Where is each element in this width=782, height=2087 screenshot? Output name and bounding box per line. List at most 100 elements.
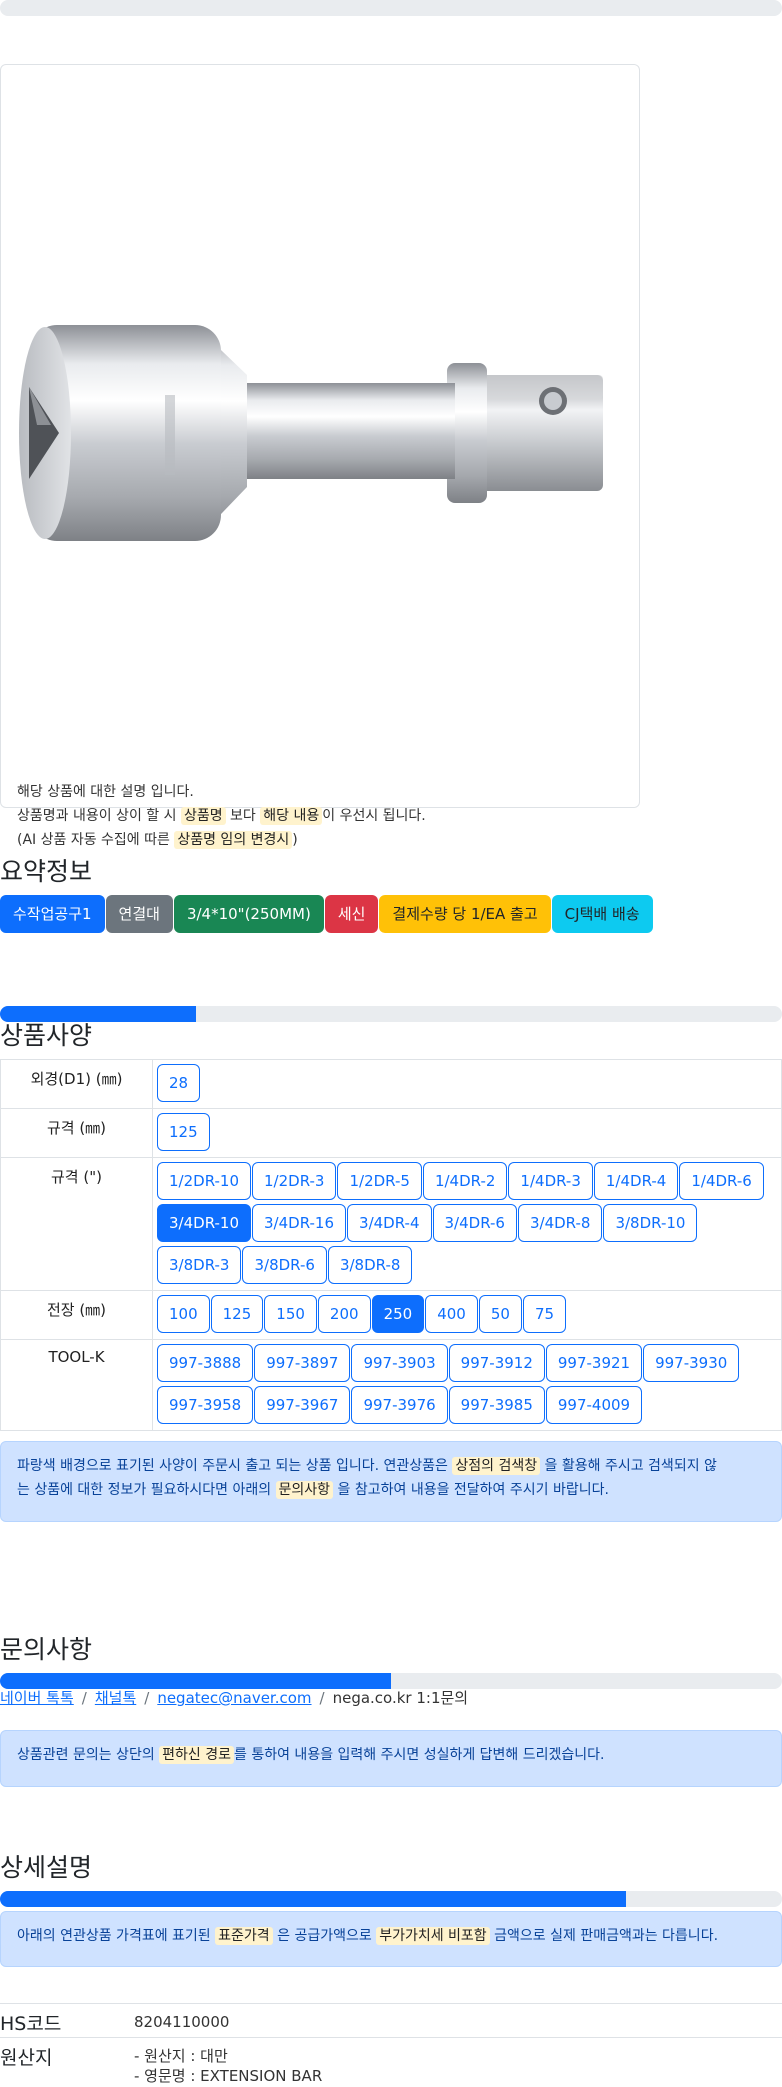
spec-notice-line-2: 는 상품에 대한 정보가 필요하시다면 아래의 문의사항 을 참고하여 내용을 … <box>17 1478 765 1502</box>
spec-table: 외경(D1) (㎜) 28 규격 (㎜) 125 규격 (") 1/2DR-10 1/2DR… <box>0 1059 782 1431</box>
spec-option-button[interactable]: 997-3897 <box>254 1344 351 1382</box>
spec-label: 외경(D1) (㎜) <box>0 1059 153 1109</box>
product-image <box>19 325 603 541</box>
spec-option-button[interactable]: 1/4DR-2 <box>422 1162 508 1200</box>
summary-badge: CJ택배 배송 <box>551 895 653 933</box>
spec-options: 100 125 150 200 250 400 50 75 <box>152 1290 782 1340</box>
spec-option-button[interactable]: 997-3976 <box>351 1386 448 1424</box>
top-progress-bar <box>0 0 782 16</box>
spec-option-button[interactable]: 3/4DR-10 <box>157 1204 252 1242</box>
notice-text: 를 통하여 내용을 입력해 주시면 성실하게 답변해 드리겠습니다. <box>234 1747 605 1763</box>
spec-row: TOOL-K 997-3888 997-3897 997-3903 997-3912 99… <box>0 1339 782 1431</box>
naver-talk-link[interactable]: 네이버 톡톡 <box>0 1689 74 1707</box>
spec-option-button[interactable]: 1/2DR-5 <box>337 1162 422 1200</box>
spec-label: 전장 (㎜) <box>0 1290 153 1340</box>
spec-option-button[interactable]: 1/2DR-3 <box>252 1162 337 1200</box>
description-text: (AI 상품 자동 수집에 따른 <box>17 832 170 848</box>
description-text: 이 우선시 됩니다. <box>322 808 426 824</box>
detail-progress-fill <box>0 1891 626 1907</box>
spec-options: 997-3888 997-3897 997-3903 997-3912 997-3921… <box>152 1339 782 1431</box>
spec-option-button[interactable]: 3/4DR-16 <box>252 1204 347 1242</box>
origin-english-name: - 영문명 : EXTENSION BAR <box>134 2067 323 2085</box>
notice-text: 은 공급가액으로 <box>277 1928 372 1944</box>
spec-option-button[interactable]: 3/8DR-10 <box>603 1204 698 1242</box>
spec-option-button[interactable]: 997-3921 <box>545 1344 643 1382</box>
spec-option-button[interactable]: 997-3903 <box>351 1344 448 1382</box>
spec-label: TOOL-K <box>0 1339 153 1431</box>
spec-options: 1/2DR-10 1/2DR-3 1/2DR-5 1/4DR-2 1/4DR-3 1/4D… <box>152 1157 782 1291</box>
inquiry-notice: 상품관련 문의는 상단의 편하신 경로 를 통하여 내용을 입력해 주시면 성실하… <box>0 1730 782 1787</box>
highlight-name-change: 상품명 임의 변경시 <box>174 831 293 849</box>
summary-badge: 결제수량 당 1/EA 출고 <box>379 895 551 933</box>
spec-option-button[interactable]: 50 <box>478 1295 522 1333</box>
detail-progress-bar <box>0 1891 782 1907</box>
spec-row: 전장 (㎜) 100 125 150 200 250 400 50 75 <box>0 1290 782 1340</box>
highlight-route: 편하신 경로 <box>159 1746 235 1764</box>
detail-title: 상세설명 <box>0 1853 93 1882</box>
spec-option-button[interactable]: 150 <box>264 1295 317 1333</box>
spec-option-button[interactable]: 1/4DR-6 <box>679 1162 764 1200</box>
spec-option-button[interactable]: 3/4DR-8 <box>517 1204 603 1242</box>
description-line-2: 상품명과 내용이 상이 할 시 상품명 보다 해당 내용 이 우선시 됩니다. <box>17 804 426 828</box>
separator: / <box>81 1689 87 1707</box>
spec-option-button[interactable]: 3/4DR-4 <box>347 1204 432 1242</box>
spec-option-button[interactable]: 3/8DR-6 <box>242 1246 327 1284</box>
origin-label: 원산지 <box>0 2047 53 2069</box>
spec-options: 125 <box>152 1108 782 1158</box>
spec-notice: 파랑색 배경으로 표기된 사양이 주문시 출고 되는 상품 입니다. 연관상품은… <box>0 1441 782 1522</box>
spec-option-button[interactable]: 1/2DR-10 <box>157 1162 252 1200</box>
spec-option-button[interactable]: 997-3930 <box>643 1344 740 1382</box>
product-image-card: 해당 상품에 대한 설명 입니다. 상품명과 내용이 상이 할 시 상품명 보다… <box>0 64 640 849</box>
spec-option-button[interactable]: 997-3888 <box>157 1344 254 1382</box>
website-inquiry-text: nega.co.kr 1:1문의 <box>332 1689 469 1707</box>
description-line-1: 해당 상품에 대한 설명 입니다. <box>17 784 194 800</box>
spec-option-button[interactable]: 997-3958 <box>157 1386 254 1424</box>
separator: / <box>144 1689 150 1707</box>
detail-notice: 아래의 연관상품 가격표에 표기된 표준가격 은 공급가액으로 부가가치세 비포… <box>0 1911 782 1967</box>
notice-text: 금액으로 실제 판매금액과는 다릅니다. <box>494 1928 719 1944</box>
highlight-vat-excluded: 부가가치세 비포함 <box>376 1927 490 1945</box>
summary-badge: 3/4*10"(250MM) <box>173 895 324 933</box>
spec-option-button[interactable]: 100 <box>157 1295 210 1333</box>
inquiry-links: 네이버 톡톡 / 채널톡 / negatec@naver.com / nega.co.kr … <box>0 1687 468 1708</box>
spec-label: 규격 (") <box>0 1157 153 1291</box>
spec-option-button[interactable]: 997-4009 <box>545 1386 643 1424</box>
email-link[interactable]: negatec@naver.com <box>157 1689 311 1707</box>
spec-option-button[interactable]: 75 <box>522 1295 567 1333</box>
spec-progress-bar <box>0 1006 782 1022</box>
channel-talk-link[interactable]: 채널톡 <box>95 1689 136 1707</box>
spec-option-button[interactable]: 125 <box>210 1295 264 1333</box>
highlight-inquiry: 문의사항 <box>275 1481 334 1499</box>
description-text: 보다 <box>230 808 256 824</box>
spec-row: 규격 (㎜) 125 <box>0 1108 782 1158</box>
notice-text: 을 참고하여 내용을 전달하여 주시기 바랍니다. <box>337 1482 609 1498</box>
summary-badge: 수작업공구1 <box>0 895 105 933</box>
spec-label: 규격 (㎜) <box>0 1108 153 1158</box>
spec-row: 외경(D1) (㎜) 28 <box>0 1059 782 1109</box>
spec-option-button[interactable]: 400 <box>425 1295 478 1333</box>
spec-option-button[interactable]: 125 <box>157 1113 210 1151</box>
spec-option-button[interactable]: 3/8DR-3 <box>157 1246 242 1284</box>
spec-option-button[interactable]: 200 <box>317 1295 371 1333</box>
origin-row: 원산지 - 원산지 : 대만 - 영문명 : EXTENSION BAR <box>0 2037 782 2087</box>
inquiry-notice-line: 상품관련 문의는 상단의 편하신 경로 를 통하여 내용을 입력해 주시면 성실하… <box>17 1743 765 1767</box>
notice-text: 는 상품에 대한 정보가 필요하시다면 아래의 <box>17 1482 272 1498</box>
spec-notice-line-1: 파랑색 배경으로 표기된 사양이 주문시 출고 되는 상품 입니다. 연관상품은… <box>17 1454 765 1478</box>
spec-row: 규격 (") 1/2DR-10 1/2DR-3 1/2DR-5 1/4DR-2 1/4DR… <box>0 1157 782 1291</box>
spec-option-button[interactable]: 997-3967 <box>254 1386 351 1424</box>
separator: / <box>319 1689 325 1707</box>
spec-option-button[interactable]: 3/4DR-6 <box>432 1204 517 1242</box>
detail-notice-line: 아래의 연관상품 가격표에 표기된 표준가격 은 공급가액으로 부가가치세 비포… <box>17 1924 765 1948</box>
spec-options: 28 <box>152 1059 782 1109</box>
description-line-3: (AI 상품 자동 수집에 따른 상품명 임의 변경시) <box>17 828 426 852</box>
spec-option-button[interactable]: 250 <box>371 1295 425 1333</box>
spec-option-button[interactable]: 28 <box>157 1064 201 1102</box>
spec-option-button[interactable]: 3/8DR-8 <box>327 1246 413 1284</box>
spec-option-button[interactable]: 1/4DR-3 <box>508 1162 593 1200</box>
spec-option-button[interactable]: 997-3912 <box>448 1344 545 1382</box>
spec-option-button[interactable]: 997-3985 <box>448 1386 545 1424</box>
spec-option-button[interactable]: 1/4DR-4 <box>593 1162 679 1200</box>
inquiry-title: 문의사항 <box>0 1635 93 1664</box>
description-text: ) <box>292 832 298 848</box>
summary-badges: 수작업공구1 연결대 3/4*10"(250MM) 세신 결제수량 당 1/EA 출고 C… <box>0 895 653 933</box>
